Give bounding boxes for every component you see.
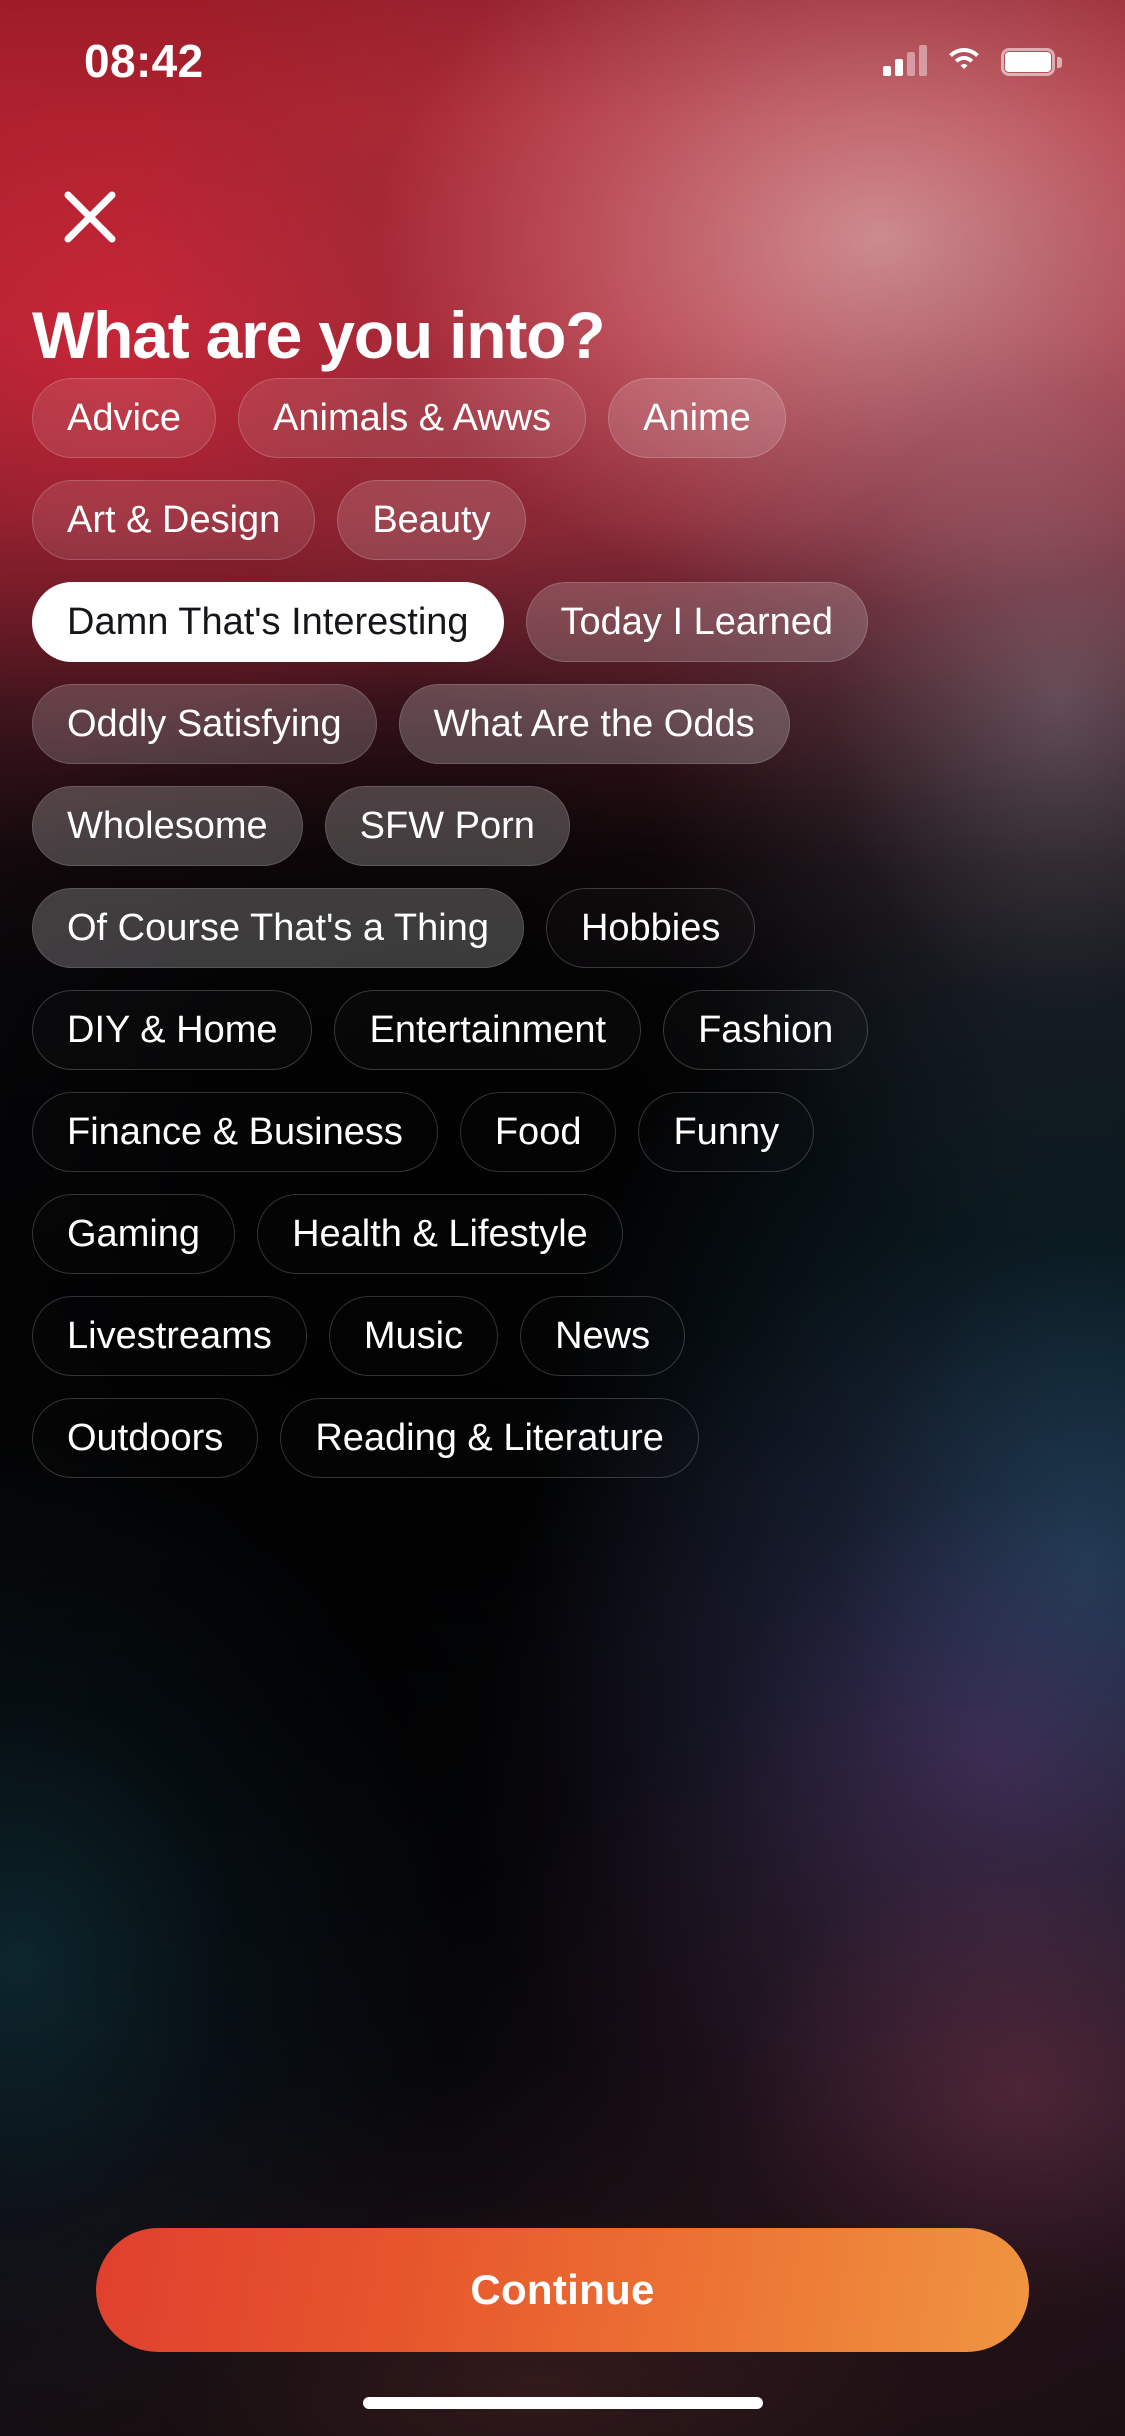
interest-chip[interactable]: Beauty xyxy=(337,480,526,560)
battery-full-icon xyxy=(1001,48,1062,76)
interest-chip[interactable]: Outdoors xyxy=(32,1398,259,1478)
interest-chip-label: DIY & Home xyxy=(67,1008,278,1051)
interest-chip[interactable]: Fashion xyxy=(663,990,869,1070)
interest-chip[interactable]: Reading & Literature xyxy=(280,1398,699,1478)
interest-chip[interactable]: Food xyxy=(459,1092,617,1172)
interest-chip-label: Damn That's Interesting xyxy=(67,600,469,643)
interest-chip-label: Outdoors xyxy=(67,1416,224,1459)
interest-chip-label: News xyxy=(555,1314,651,1357)
interest-chip-row: Oddly Satisfying What Are the Odds xyxy=(32,684,1093,764)
interest-chip[interactable]: Finance & Business xyxy=(32,1092,438,1172)
interest-chip-row: Art & Design Beauty xyxy=(32,480,1093,560)
signal-bars-icon xyxy=(883,44,927,76)
onboarding-screen: 08:42 What are you into? Advice Animals &… xyxy=(0,0,1125,2436)
interest-chip[interactable]: SFW Porn xyxy=(324,786,570,866)
interest-chip-label: Fashion xyxy=(698,1008,834,1051)
interest-chip[interactable]: Livestreams xyxy=(32,1296,307,1376)
close-button[interactable] xyxy=(56,183,124,251)
interest-chip-label: Today I Learned xyxy=(560,600,834,643)
interest-chip-label: Reading & Literature xyxy=(315,1416,664,1459)
interest-chip-label: Health & Lifestyle xyxy=(292,1212,588,1255)
interest-chip[interactable]: DIY & Home xyxy=(32,990,313,1070)
interest-chip-row: Advice Animals & Awws Anime xyxy=(32,378,1093,458)
interest-chip[interactable]: Of Course That's a Thing xyxy=(32,888,524,968)
interest-chip[interactable]: Art & Design xyxy=(32,480,316,560)
interest-chip[interactable]: Gaming xyxy=(32,1194,236,1274)
continue-button-label: Continue xyxy=(470,2266,655,2313)
interest-chip[interactable]: Anime xyxy=(608,378,786,458)
interest-chip[interactable]: News xyxy=(520,1296,686,1376)
interest-chip-row: Of Course That's a Thing Hobbies xyxy=(32,888,1093,968)
status-bar: 08:42 xyxy=(0,0,1125,132)
interest-chip[interactable]: Hobbies xyxy=(545,888,756,968)
interest-chip-label: Finance & Business xyxy=(67,1110,403,1153)
status-bar-icons xyxy=(883,40,1062,76)
interest-chip-row: Finance & Business Food Funny xyxy=(32,1092,1093,1172)
interest-chip-row: Damn That's Interesting Today I Learned xyxy=(32,582,1093,662)
interest-chip[interactable]: Music xyxy=(328,1296,499,1376)
interest-chip-label: Oddly Satisfying xyxy=(67,702,342,745)
interest-chip-label: Wholesome xyxy=(67,804,268,847)
interest-chip[interactable]: Today I Learned xyxy=(525,582,869,662)
interest-chip-label: Beauty xyxy=(372,498,491,541)
interest-chip-row: Livestreams Music News xyxy=(32,1296,1093,1376)
interest-chip-label: Hobbies xyxy=(580,906,721,949)
interest-chip-label: SFW Porn xyxy=(359,804,535,847)
interest-chip-label: Funny xyxy=(673,1110,780,1153)
interest-chip-row: Outdoors Reading & Literature xyxy=(32,1398,1093,1478)
interest-chip[interactable]: Health & Lifestyle xyxy=(257,1194,623,1274)
interest-chip-label: What Are the Odds xyxy=(433,702,755,745)
interest-chip-label: Livestreams xyxy=(67,1314,272,1357)
interest-chip-grid: Advice Animals & Awws Anime Art & Design Bea… xyxy=(32,378,1093,1500)
interest-chip[interactable]: Oddly Satisfying xyxy=(32,684,377,764)
interest-chip[interactable]: Animals & Awws xyxy=(238,378,587,458)
interest-chip[interactable]: Advice xyxy=(32,378,217,458)
interest-chip[interactable]: Funny xyxy=(638,1092,815,1172)
interest-chip[interactable]: Wholesome xyxy=(32,786,303,866)
interest-chip-label: Of Course That's a Thing xyxy=(67,906,489,949)
interest-chip-row: Gaming Health & Lifestyle xyxy=(32,1194,1093,1274)
interest-chip[interactable]: Damn That's Interesting xyxy=(32,582,504,662)
interest-chip-label: Gaming xyxy=(67,1212,201,1255)
status-bar-time: 08:42 xyxy=(84,35,204,87)
page-title: What are you into? xyxy=(32,298,606,372)
interest-chip-row: Wholesome SFW Porn xyxy=(32,786,1093,866)
wifi-icon xyxy=(943,44,985,76)
close-icon xyxy=(64,191,116,243)
interest-chip[interactable]: What Are the Odds xyxy=(398,684,790,764)
interest-chip-label: Advice xyxy=(67,396,182,439)
interest-chip-label: Entertainment xyxy=(369,1008,607,1051)
interest-chip-label: Animals & Awws xyxy=(273,396,552,439)
interest-chip-label: Anime xyxy=(643,396,751,439)
interest-chip-label: Music xyxy=(363,1314,464,1357)
home-indicator[interactable] xyxy=(362,2397,763,2409)
interest-chip-label: Food xyxy=(494,1110,582,1153)
interest-chip-label: Art & Design xyxy=(67,498,281,541)
continue-button[interactable]: Continue xyxy=(96,2228,1029,2352)
interest-chip[interactable]: Entertainment xyxy=(334,990,642,1070)
interest-chip-row: DIY & Home Entertainment Fashion xyxy=(32,990,1093,1070)
